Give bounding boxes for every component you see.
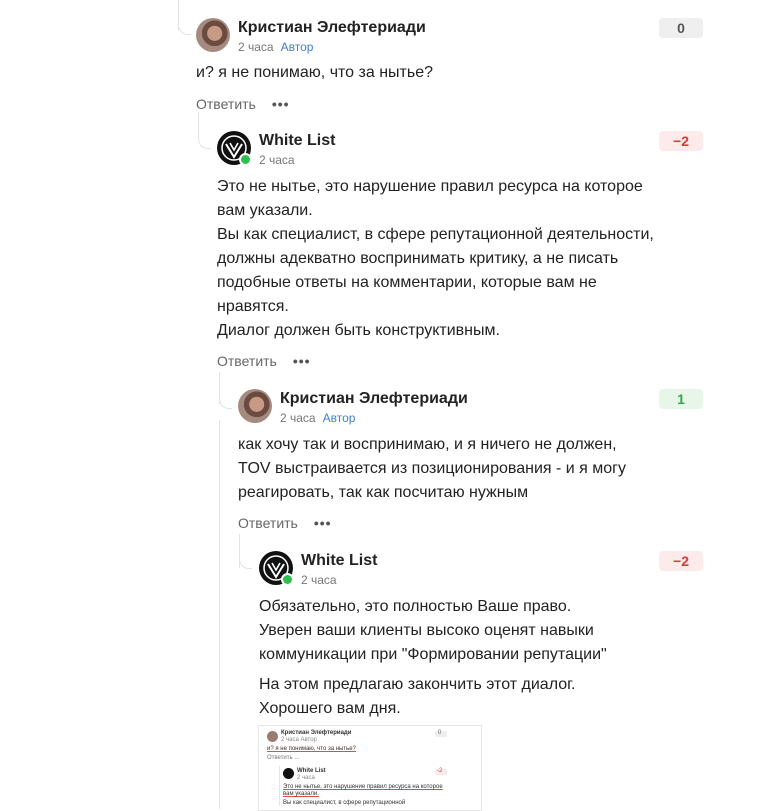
- mini-meta: 2 часа: [297, 775, 315, 781]
- comment-header: Кристиан Элефтериади 2 часа Автор: [238, 389, 703, 425]
- comment-author[interactable]: Кристиан Элефтериади: [280, 389, 468, 409]
- comment-author[interactable]: Кристиан Элефтериади: [238, 18, 426, 38]
- comment-actions: Ответить •••: [238, 515, 703, 531]
- mini-score: -2: [437, 768, 443, 774]
- comment: Кристиан Элефтериади 2 часа Автор 0 и? я …: [196, 18, 703, 112]
- comment-paragraph: Вы как специалист, в сфере репутационной…: [217, 226, 654, 315]
- comment-body: как хочу так и воспринимаю, и я ничего н…: [238, 433, 643, 505]
- white-list-logo-icon[interactable]: [217, 131, 252, 166]
- online-indicator: [281, 573, 294, 586]
- comment: White List 2 часа −2 Обязательно, это по…: [259, 551, 703, 721]
- comment-actions: Ответить •••: [217, 353, 703, 369]
- mini-text: Это не нытье, это нарушение правил ресур…: [283, 784, 443, 797]
- mini-avatar: [283, 768, 294, 779]
- comment-paragraph: Обязательно, это полностью Ваше право.: [259, 598, 572, 615]
- comment: White List 2 часа −2 Это не нытье, это н…: [217, 131, 703, 369]
- author-badge: Автор: [280, 40, 314, 54]
- comment-author[interactable]: White List: [301, 551, 377, 571]
- more-options-icon[interactable]: •••: [314, 515, 332, 531]
- mini-author: Кристиан Элефтериади: [281, 730, 352, 736]
- comment-paragraph: как хочу так и воспринимаю, и я ничего н…: [238, 436, 626, 501]
- mini-avatar: [267, 731, 278, 742]
- comment-time: 2 часа: [259, 153, 295, 167]
- comment-body: и? я не понимаю, что за нытье?: [196, 61, 703, 85]
- comment-time: 2 часа: [301, 573, 337, 587]
- comment-paragraph: Диалог должен быть конструктивным.: [217, 322, 500, 339]
- more-options-icon[interactable]: •••: [293, 353, 311, 369]
- white-list-logo-icon[interactable]: [259, 551, 294, 586]
- comment-time: 2 часа: [280, 411, 316, 425]
- comment-paragraph: Это не нытье, это нарушение правил ресур…: [217, 178, 643, 219]
- author-badge: Автор: [322, 411, 356, 425]
- vote-score[interactable]: 0: [659, 18, 703, 38]
- vote-score[interactable]: −2: [659, 551, 703, 571]
- comment-header: White List 2 часа: [259, 551, 703, 587]
- comment-paragraph: и? я не понимаю, что за нытье?: [196, 64, 433, 81]
- mini-text: Вы как специалист, в сфере репутационной: [283, 800, 406, 806]
- comment-body: Это не нытье, это нарушение правил ресур…: [217, 175, 657, 343]
- reply-button[interactable]: Ответить: [238, 515, 298, 531]
- mini-author: White List: [297, 768, 326, 774]
- comment-time: 2 часа: [238, 40, 274, 54]
- thread-line: [219, 420, 220, 809]
- vote-score[interactable]: 1: [659, 389, 703, 409]
- online-indicator: [239, 153, 252, 166]
- comment: Кристиан Элефтериади 2 часа Автор 1 как х…: [238, 389, 703, 531]
- user-avatar-icon[interactable]: [238, 389, 272, 423]
- thread-connector: [178, 22, 191, 35]
- comment-paragraph: Хорошего вам дня.: [259, 700, 401, 717]
- more-options-icon[interactable]: •••: [272, 96, 290, 112]
- comment-header: Кристиан Элефтериади 2 часа Автор: [196, 18, 703, 54]
- thread-connector: [198, 136, 211, 149]
- thread-connector: [219, 396, 232, 409]
- comment-header: White List 2 часа: [217, 131, 703, 167]
- comment-actions: Ответить •••: [196, 96, 703, 112]
- mini-meta: 2 часа Автор: [281, 737, 317, 743]
- thread-connector: [239, 556, 252, 569]
- reply-button[interactable]: Ответить: [217, 353, 277, 369]
- user-avatar-icon[interactable]: [196, 18, 230, 52]
- comment-image-attachment[interactable]: Кристиан Элефтериади 2 часа Автор 0 и? я…: [258, 725, 482, 811]
- comment-paragraph: Уверен ваши клиенты высоко оценят навыки…: [259, 622, 607, 663]
- reply-button[interactable]: Ответить: [196, 96, 256, 112]
- comment-author[interactable]: White List: [259, 131, 335, 151]
- vote-score[interactable]: −2: [659, 131, 703, 151]
- mini-actions: Ответить ...: [267, 755, 300, 761]
- comment-body: Обязательно, это полностью Ваше право. У…: [259, 595, 639, 721]
- mini-text: и? я не понимаю, что за нытье?: [267, 746, 356, 752]
- comment-paragraph: На этом предлагаю закончить этот диалог.: [259, 676, 576, 693]
- mini-score: 0: [438, 730, 442, 736]
